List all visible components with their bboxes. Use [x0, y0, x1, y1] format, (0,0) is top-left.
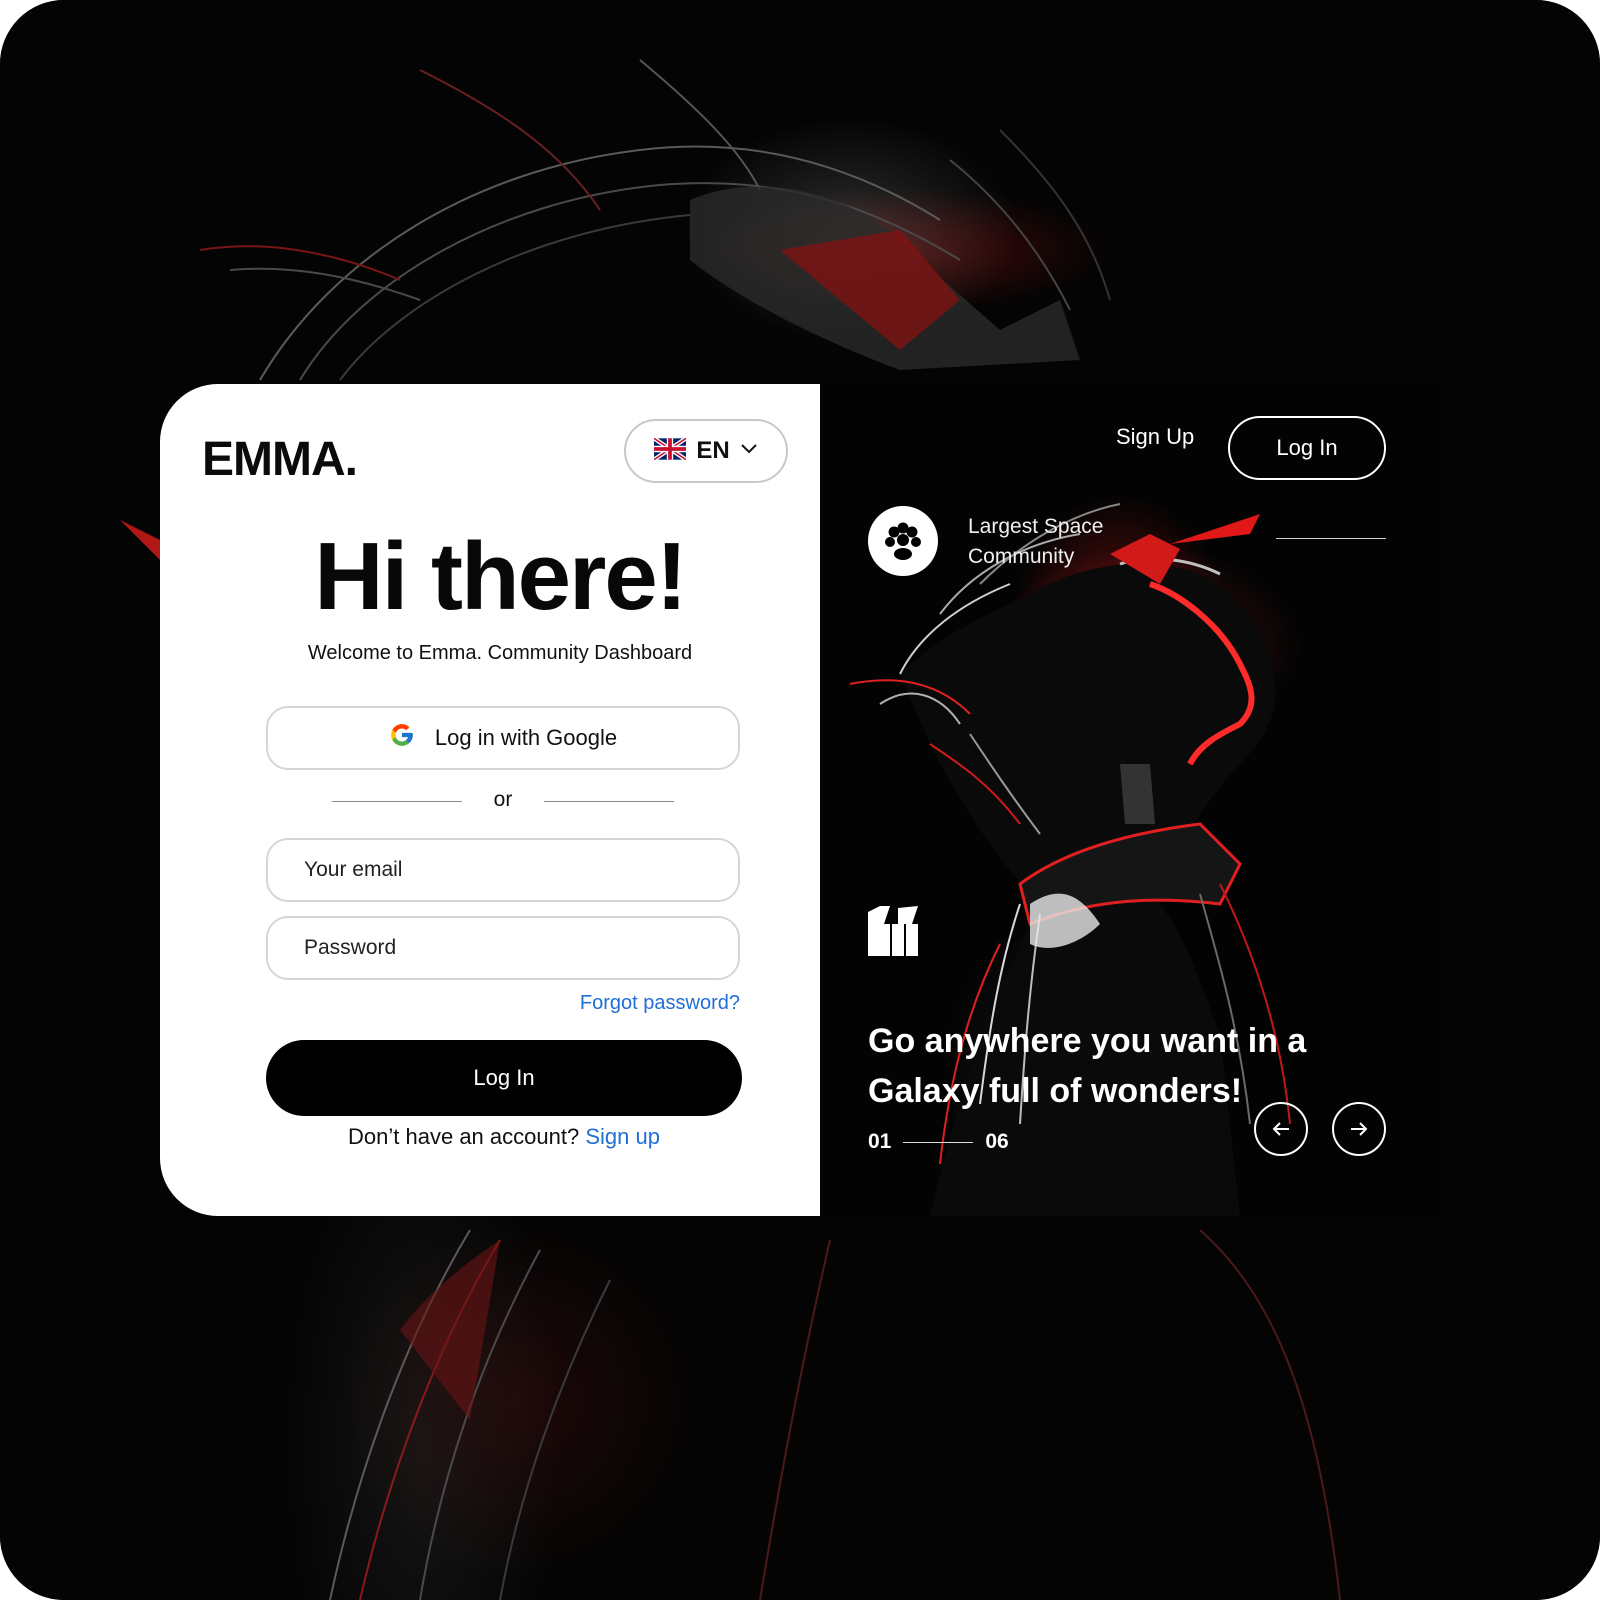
or-divider: or [332, 788, 674, 811]
next-slide-button[interactable] [1332, 1102, 1386, 1156]
slide-progress-bar [903, 1141, 974, 1143]
uk-flag-icon [653, 436, 688, 465]
arrow-left-icon [1272, 1122, 1289, 1136]
signup-prompt: Don’t have an account? Sign up [160, 1124, 848, 1150]
nav-login-button[interactable]: Log In [1228, 416, 1386, 480]
signup-link[interactable]: Sign up [585, 1124, 660, 1149]
slide-counter: 01 06 [868, 1130, 1009, 1154]
previous-slide-button[interactable] [1254, 1102, 1308, 1156]
email-field[interactable] [266, 838, 740, 902]
login-submit-button[interactable]: Log In [266, 1040, 742, 1116]
app-frame: EMMA. EN Hi there! Welcome to Emma. Comm… [0, 0, 1600, 1600]
chevron-down-icon [740, 442, 758, 460]
hero-panel: Sign Up Log In Largest Space Community G… [820, 384, 1440, 1216]
arrow-right-icon [1351, 1122, 1368, 1136]
brand-logo: EMMA. [202, 433, 358, 486]
community-divider [1276, 538, 1386, 539]
google-login-label: Log in with Google [434, 725, 618, 750]
divider-text: or [493, 788, 513, 811]
forgot-password-link[interactable]: Forgot password? [580, 992, 740, 1015]
password-field[interactable] [266, 916, 740, 980]
slide-current: 01 [868, 1130, 892, 1153]
community-avatar [868, 506, 938, 576]
login-card: EMMA. EN Hi there! Welcome to Emma. Comm… [160, 384, 820, 1216]
language-selector[interactable]: EN [624, 419, 788, 483]
paw-icon [885, 522, 921, 560]
community-label: Largest Space Community [968, 515, 1104, 568]
language-code: EN [696, 437, 730, 464]
page-title: Hi there! [314, 523, 687, 630]
nav-signup-link[interactable]: Sign Up [1116, 424, 1194, 450]
google-login-button[interactable]: Log in with Google [266, 706, 740, 770]
page-subtitle: Welcome to Emma. Community Dashboard [307, 642, 693, 664]
signup-prompt-text: Don’t have an account? [348, 1124, 580, 1149]
google-icon [389, 722, 415, 754]
slide-total: 06 [985, 1130, 1009, 1153]
testimonial-quote: Go anywhere you want in a Galaxy full of… [868, 1022, 1307, 1110]
divider-line-right [544, 801, 674, 802]
quote-icon [866, 904, 920, 963]
